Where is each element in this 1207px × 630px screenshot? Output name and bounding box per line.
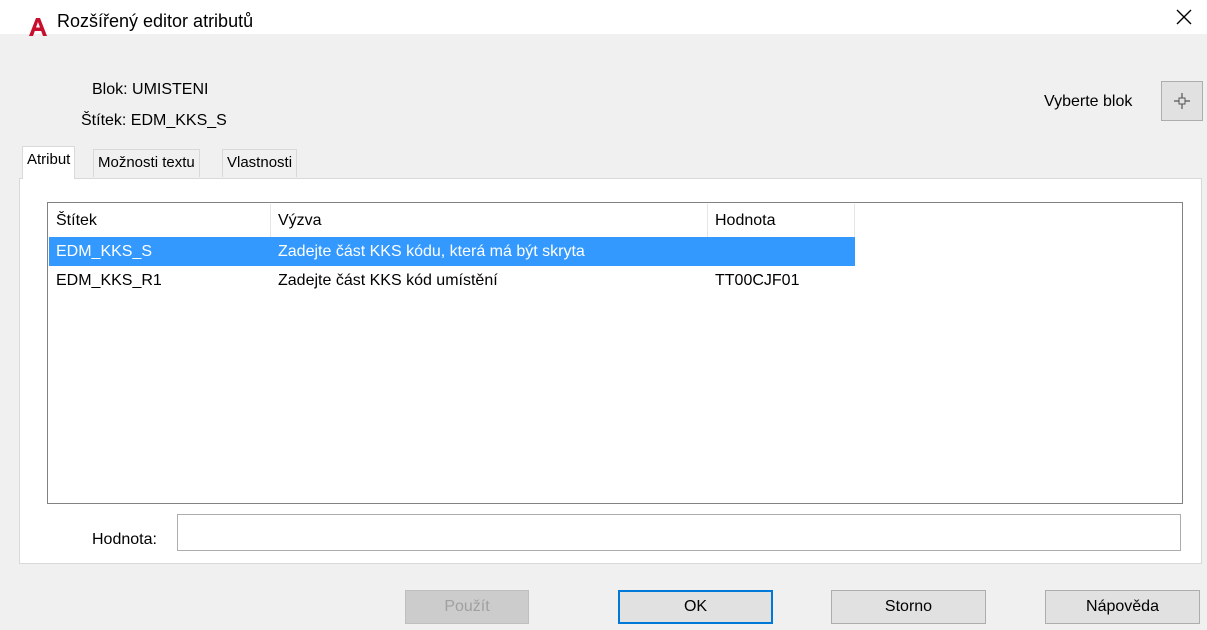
tab-text-options[interactable]: Možnosti textu [93,149,200,177]
list-row[interactable]: EDM_KKS_S Zadejte část KKS kódu, která m… [49,237,855,266]
autocad-a-icon [27,16,49,38]
select-block-button[interactable] [1161,81,1203,121]
ok-button[interactable]: OK [618,590,773,624]
list-row[interactable]: EDM_KKS_R1 Zadejte část KKS kód umístění… [49,266,855,295]
column-header-prompt[interactable]: Výzva [271,204,708,237]
row-value [708,237,715,266]
list-header: Štítek Výzva Hodnota [49,204,855,237]
value-input[interactable] [177,514,1181,551]
help-button[interactable]: Nápověda [1045,590,1200,624]
close-icon [1175,8,1193,26]
title-bar: Rozšířený editor atributů [0,0,1207,36]
row-value: TT00CJF01 [715,272,800,289]
apply-button[interactable]: Použít [405,590,529,624]
close-button[interactable] [1161,0,1207,34]
row-prompt: Zadejte část KKS kódu, která má být skry… [278,243,585,260]
row-tag: EDM_KKS_S [56,243,153,260]
tab-attribute[interactable]: Atribut [22,146,76,179]
attribute-list[interactable]: Štítek Výzva Hodnota EDM_KKS_S Zadejte č… [47,202,1183,504]
crosshair-pick-icon [1173,92,1191,110]
tab-properties[interactable]: Vlastnosti [222,149,298,177]
window-title: Rozšířený editor atributů [57,11,254,31]
row-tag: EDM_KKS_R1 [56,272,162,289]
row-prompt: Zadejte část KKS kód umístění [278,272,498,289]
cancel-button[interactable]: Storno [831,590,986,624]
select-block-label: Vyberte blok [1044,93,1133,110]
block-name-label: Blok: UMISTENI [92,81,209,98]
tag-name-label: Štítek: EDM_KKS_S [81,112,227,129]
column-header-value[interactable]: Hodnota [708,204,855,237]
column-header-tag[interactable]: Štítek [49,204,271,237]
value-field-label: Hodnota: [92,531,157,548]
